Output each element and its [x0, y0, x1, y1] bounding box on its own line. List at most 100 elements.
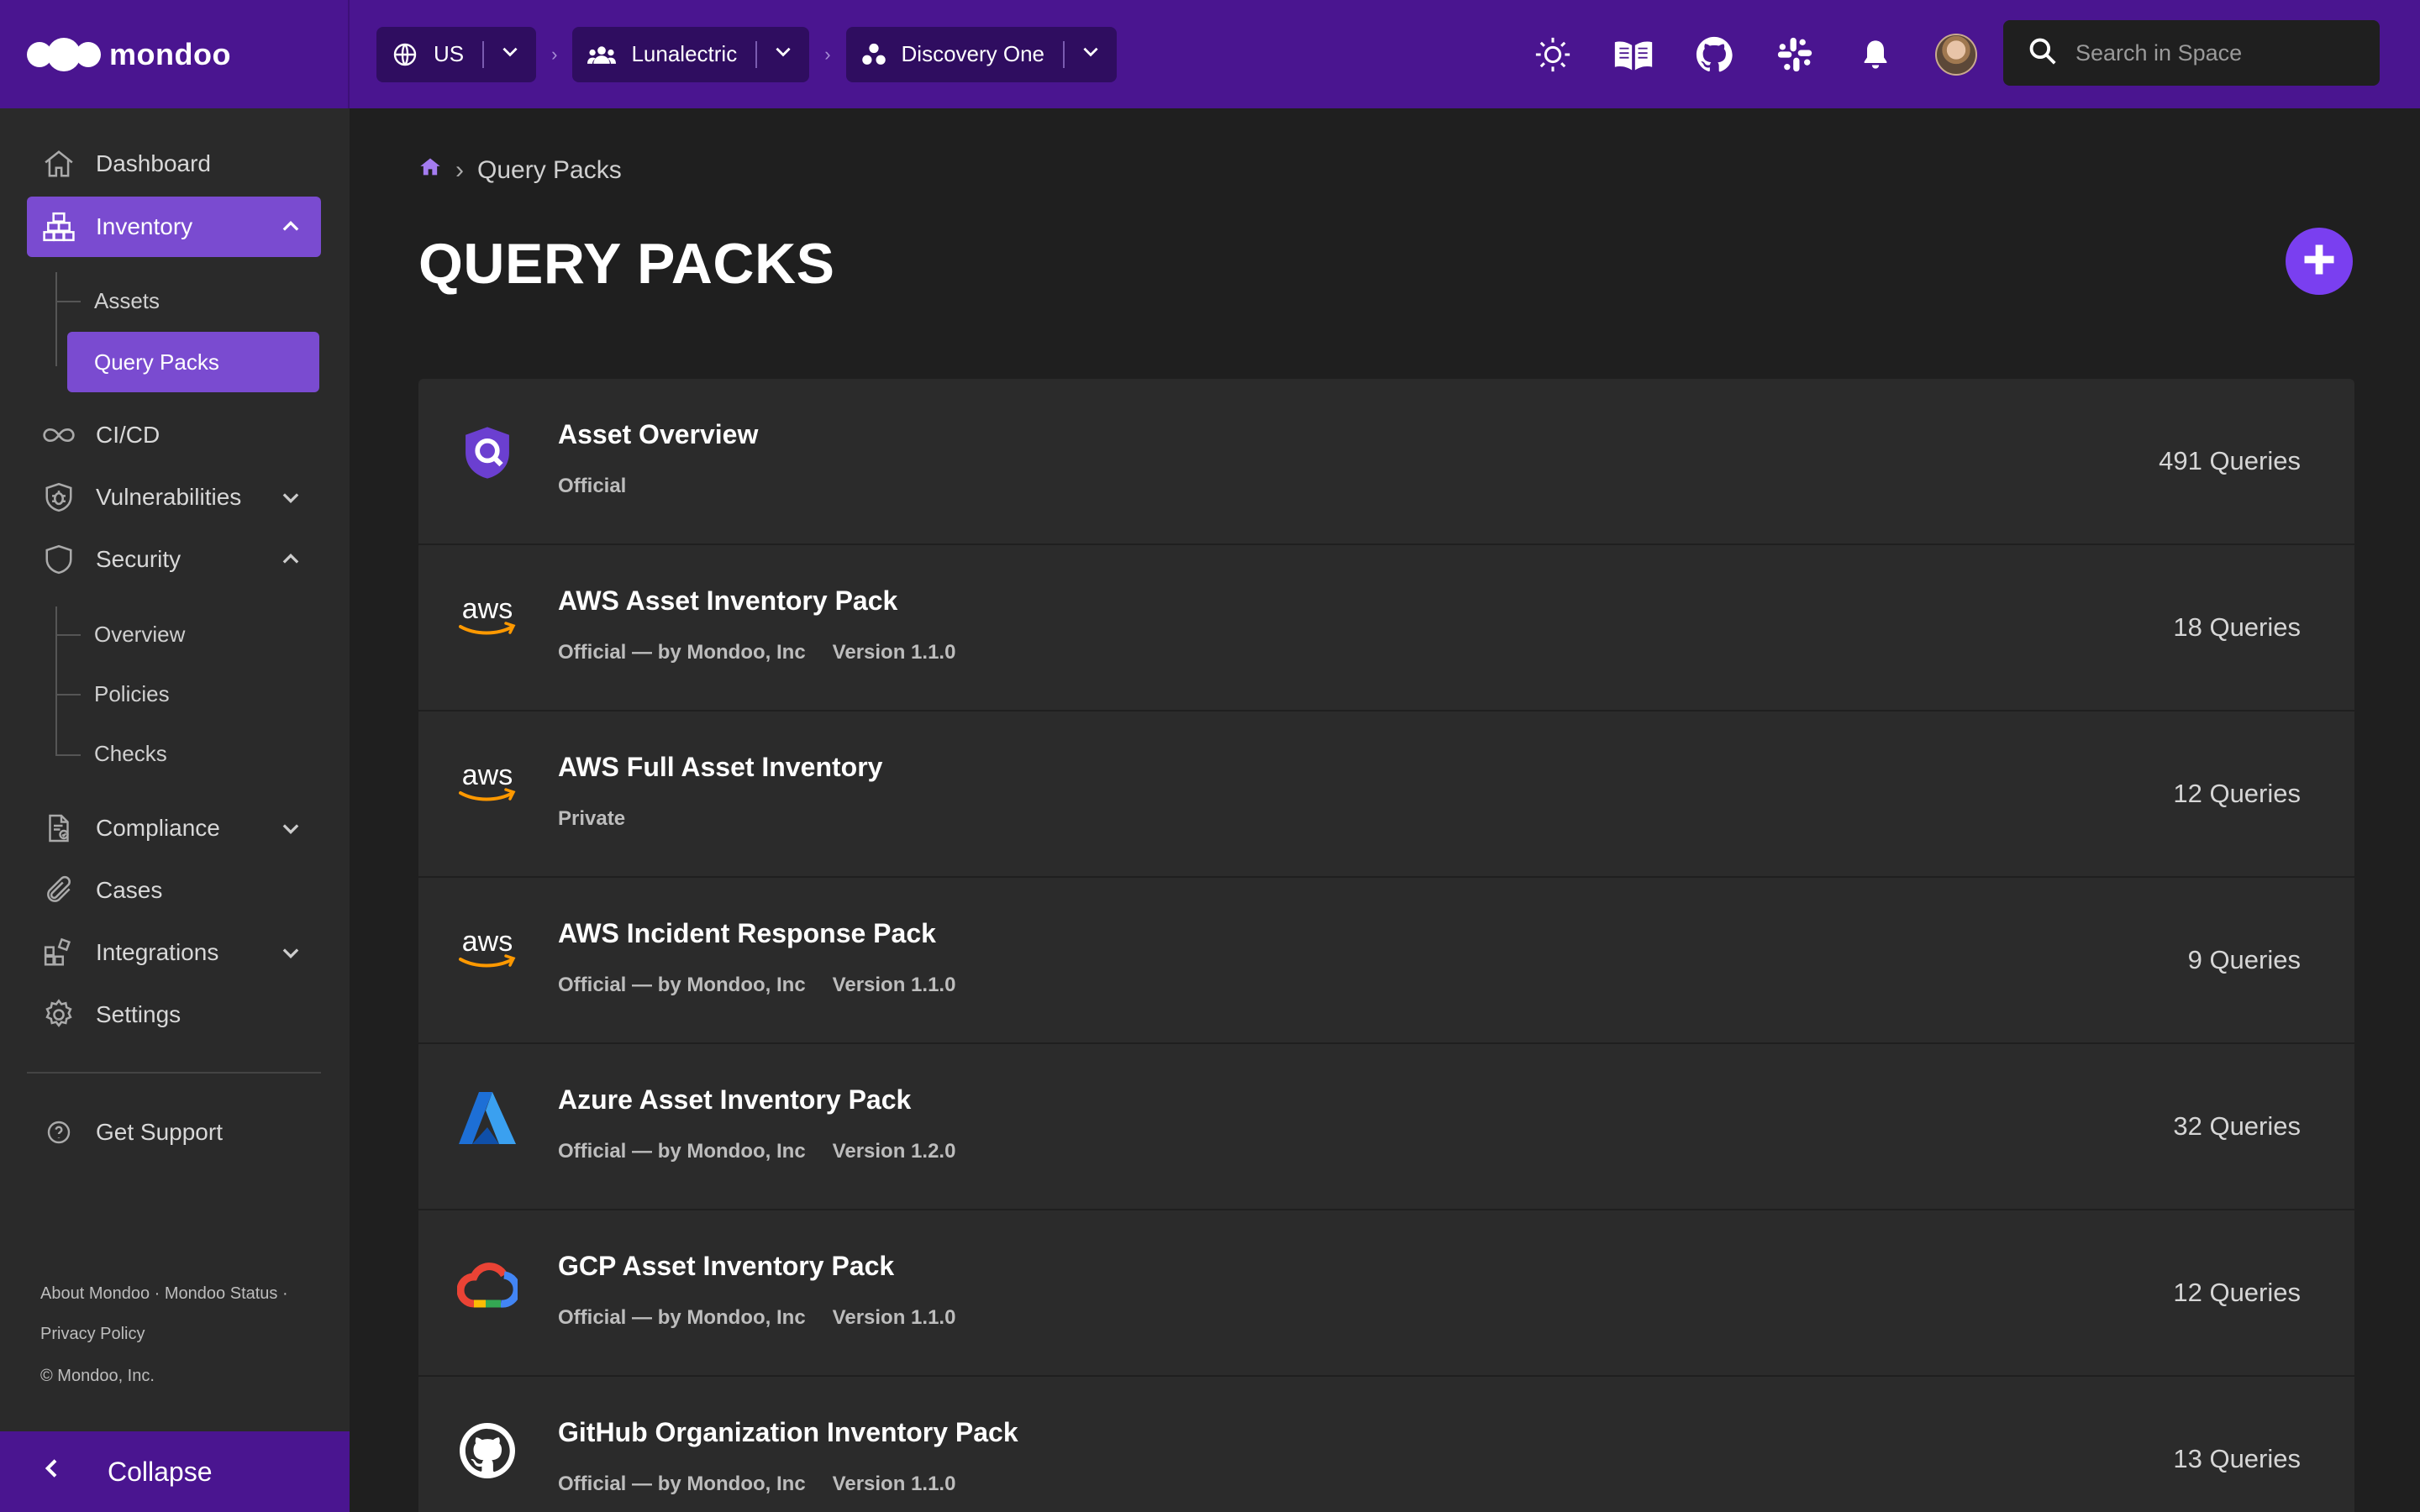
scope-breadcrumb: US › Lunalectric › Discovery One — [376, 26, 1118, 82]
sidebar-item-label: Overview — [94, 621, 186, 647]
query-pack-row[interactable]: Azure Asset Inventory Pack Official — by… — [418, 1044, 2354, 1210]
pack-meta: Official — by Mondoo, Inc — [558, 1306, 806, 1329]
chevron-down-icon[interactable] — [499, 40, 521, 68]
docs-book-icon[interactable] — [1593, 38, 1674, 71]
sidebar-item-label: CI/CD — [96, 422, 160, 448]
pack-meta: Official — by Mondoo, Inc — [558, 1473, 806, 1495]
home-icon — [42, 147, 76, 181]
chevron-down-icon[interactable] — [279, 816, 302, 846]
pack-title[interactable]: AWS Incident Response Pack — [558, 918, 936, 949]
bug-shield-icon — [42, 480, 76, 514]
sidebar-item-label: Inventory — [96, 213, 193, 239]
privacy-link[interactable]: Privacy Policy — [40, 1325, 145, 1344]
sidebar: Dashboard Inventory Assets Query Packs C… — [0, 108, 350, 1512]
pack-title[interactable]: Azure Asset Inventory Pack — [558, 1084, 911, 1116]
github-icon — [455, 1419, 519, 1483]
pack-title[interactable]: Asset Overview — [558, 419, 758, 450]
mondoo-shield-icon — [455, 421, 519, 485]
sidebar-item-cases[interactable]: Cases — [27, 860, 321, 921]
sidebar-item-compliance[interactable]: Compliance — [27, 798, 321, 858]
query-count: 491 Queries — [2159, 446, 2301, 475]
paperclip-icon — [42, 874, 76, 907]
sidebar-item-integrations[interactable]: Integrations — [27, 922, 321, 983]
query-pack-row[interactable]: GitHub Organization Inventory Pack Offic… — [418, 1377, 2354, 1512]
add-query-pack-button[interactable] — [2286, 228, 2353, 295]
chevron-up-icon[interactable] — [279, 215, 302, 244]
sidebar-item-label: Dashboard — [96, 150, 211, 176]
query-pack-row[interactable]: aws AWS Incident Response Pack Official … — [418, 878, 2354, 1044]
azure-icon — [455, 1086, 519, 1150]
theme-toggle-icon[interactable] — [1512, 35, 1593, 74]
query-pack-row[interactable]: aws AWS Asset Inventory Pack Official — … — [418, 545, 2354, 711]
query-count: 18 Queries — [2173, 612, 2301, 642]
sidebar-item-label: Query Packs — [94, 349, 219, 375]
github-icon[interactable] — [1674, 36, 1754, 73]
query-count: 32 Queries — [2173, 1111, 2301, 1141]
sidebar-item-cicd[interactable]: CI/CD — [27, 405, 321, 465]
sidebar-item-settings[interactable]: Settings — [27, 984, 321, 1045]
query-pack-row[interactable]: Asset Overview Official 491 Queries — [418, 379, 2354, 545]
pack-meta: Official — [558, 475, 627, 497]
shield-icon — [42, 543, 76, 576]
pack-title[interactable]: AWS Full Asset Inventory — [558, 752, 882, 783]
chevron-left-icon — [39, 1455, 66, 1488]
slack-icon[interactable] — [1754, 36, 1835, 73]
sidebar-item-security[interactable]: Security — [27, 529, 321, 590]
logo[interactable]: mondoo — [0, 0, 350, 108]
mondoo-logo-icon — [27, 37, 101, 71]
query-pack-row[interactable]: aws AWS Full Asset Inventory Private 12 … — [418, 711, 2354, 878]
sidebar-item-vulnerabilities[interactable]: Vulnerabilities — [27, 467, 321, 528]
aws-icon: aws — [455, 587, 519, 651]
bell-icon[interactable] — [1835, 37, 1916, 72]
pack-title[interactable]: AWS Asset Inventory Pack — [558, 585, 897, 617]
sidebar-item-checks[interactable]: Checks — [67, 723, 319, 784]
sidebar-item-inventory[interactable]: Inventory — [27, 197, 321, 257]
svg-text:aws: aws — [462, 929, 513, 958]
sidebar-item-label: Settings — [96, 1001, 182, 1027]
breadcrumb: › Query Packs — [418, 155, 622, 186]
pack-version: Version 1.2.0 — [832, 1140, 956, 1163]
sidebar-item-label: Checks — [94, 740, 167, 766]
status-link[interactable]: Mondoo Status — [165, 1284, 278, 1303]
pack-meta: Official — by Mondoo, Inc — [558, 641, 806, 664]
organization-selector[interactable]: Lunalectric — [572, 26, 810, 82]
globe-icon — [392, 41, 418, 68]
pack-meta: Private — [558, 807, 626, 830]
avatar[interactable] — [1916, 33, 1996, 76]
chevron-down-icon[interactable] — [1080, 40, 1102, 68]
space-icon — [861, 42, 886, 67]
sidebar-item-dashboard[interactable]: Dashboard — [27, 134, 321, 194]
gcp-icon — [455, 1252, 519, 1316]
pack-title[interactable]: GCP Asset Inventory Pack — [558, 1251, 894, 1282]
sidebar-item-get-support[interactable]: Get Support — [27, 1102, 321, 1163]
collapse-sidebar-button[interactable]: Collapse — [0, 1431, 350, 1512]
query-pack-row[interactable]: GCP Asset Inventory Pack Official — by M… — [418, 1210, 2354, 1377]
home-icon[interactable] — [418, 155, 442, 186]
pack-title[interactable]: GitHub Organization Inventory Pack — [558, 1417, 1018, 1448]
region-selector[interactable]: US — [376, 26, 537, 82]
help-circle-icon — [42, 1116, 76, 1149]
search-icon — [2027, 35, 2059, 71]
pack-meta: Official — by Mondoo, Inc — [558, 974, 806, 996]
chevron-down-icon[interactable] — [279, 486, 302, 515]
query-count: 9 Queries — [2187, 945, 2301, 974]
integrations-blocks-icon — [42, 936, 76, 969]
page-title: QUERY PACKS — [418, 232, 835, 296]
search-input[interactable] — [2075, 39, 2361, 66]
sidebar-item-policies[interactable]: Policies — [67, 664, 319, 724]
sidebar-item-assets[interactable]: Assets — [67, 270, 319, 331]
organization-label: Lunalectric — [631, 41, 738, 66]
chevron-down-icon[interactable] — [772, 40, 794, 68]
sidebar-item-query-packs[interactable]: Query Packs — [67, 332, 319, 392]
about-link[interactable]: About Mondoo — [40, 1284, 150, 1303]
sidebar-divider — [27, 1072, 321, 1074]
pack-version: Version 1.1.0 — [832, 1306, 956, 1329]
search-bar[interactable] — [2003, 20, 2380, 86]
sidebar-item-security-overview[interactable]: Overview — [67, 604, 319, 664]
query-count: 12 Queries — [2173, 779, 2301, 808]
sidebar-item-label: Get Support — [96, 1119, 223, 1145]
chevron-up-icon[interactable] — [279, 548, 302, 577]
sidebar-item-label: Security — [96, 546, 182, 572]
space-selector[interactable]: Discovery One — [845, 26, 1118, 82]
chevron-down-icon[interactable] — [279, 941, 302, 970]
